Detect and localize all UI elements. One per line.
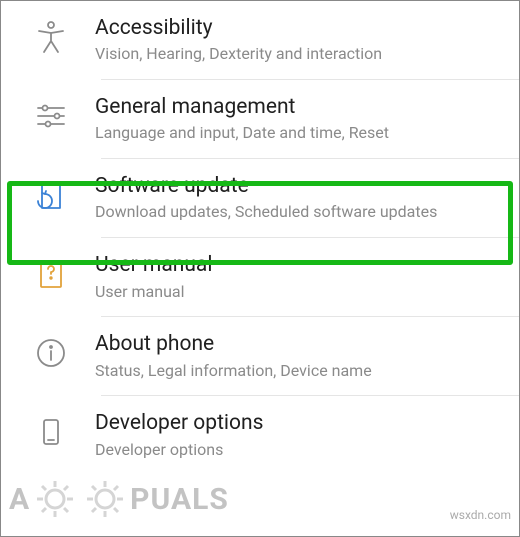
watermark: A PUALS wsxdn.com [1, 476, 519, 526]
settings-item-about-phone[interactable]: About phone Status, Legal information, D… [1, 317, 519, 395]
watermark-gear-icon [82, 476, 128, 522]
settings-item-general-management[interactable]: General management Language and input, D… [1, 80, 519, 158]
item-title: User manual [95, 252, 509, 279]
watermark-gear-icon [32, 476, 78, 522]
item-subtitle: Vision, Hearing, Dexterity and interacti… [95, 44, 509, 65]
item-title: Accessibility [95, 15, 509, 42]
item-subtitle: Developer options [95, 440, 509, 461]
item-title: Software update [95, 173, 509, 200]
settings-item-developer-options[interactable]: Developer options Developer options [1, 396, 519, 474]
sliders-icon [21, 94, 81, 134]
item-subtitle: User manual [95, 282, 509, 303]
user-manual-icon [21, 252, 81, 292]
watermark-left: A PUALS [9, 476, 229, 522]
settings-item-user-manual[interactable]: User manual User manual [1, 238, 519, 316]
accessibility-icon [21, 15, 81, 55]
settings-list: Accessibility Vision, Hearing, Dexterity… [1, 1, 519, 475]
item-subtitle: Status, Legal information, Device name [95, 361, 509, 382]
developer-icon [21, 410, 81, 450]
item-title: Developer options [95, 410, 509, 437]
item-subtitle: Download updates, Scheduled software upd… [95, 202, 509, 223]
settings-item-software-update[interactable]: Software update Download updates, Schedu… [1, 159, 519, 237]
watermark-text: A [9, 482, 30, 517]
software-update-icon [21, 173, 81, 213]
item-subtitle: Language and input, Date and time, Reset [95, 123, 509, 144]
watermark-right: wsxdn.com [450, 508, 511, 522]
watermark-text: PUALS [130, 482, 229, 517]
info-icon [21, 331, 81, 371]
item-title: About phone [95, 331, 509, 358]
settings-item-accessibility[interactable]: Accessibility Vision, Hearing, Dexterity… [1, 1, 519, 79]
item-title: General management [95, 94, 509, 121]
